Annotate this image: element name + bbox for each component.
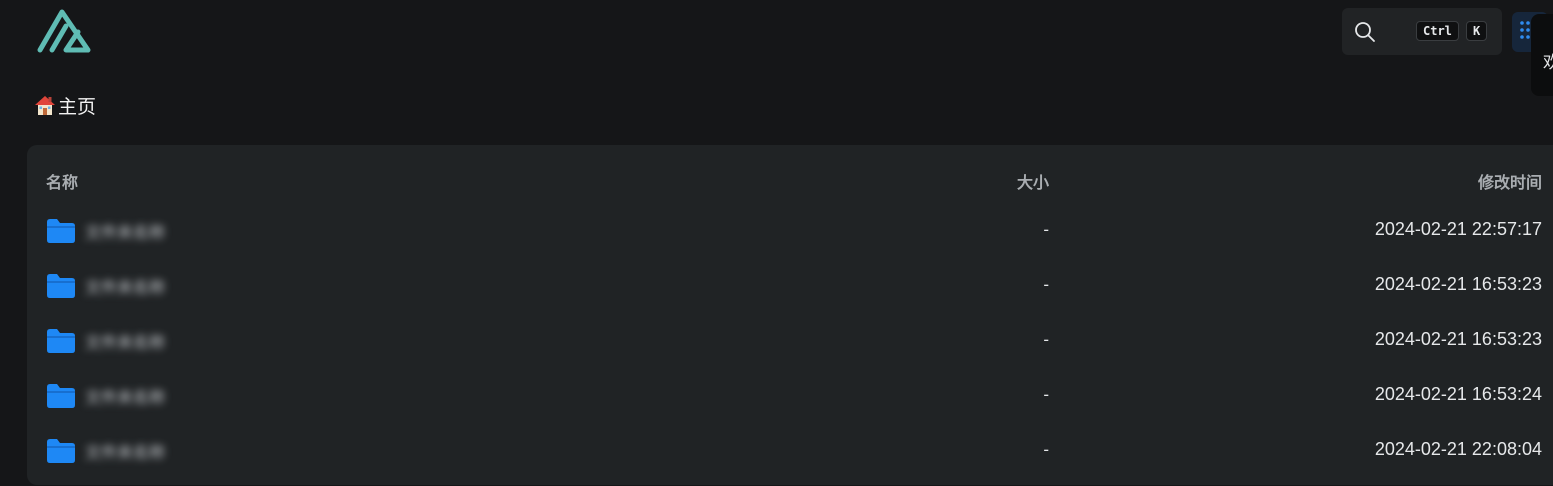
file-size: - [1043, 220, 1049, 239]
file-list-panel: 名称 大小 修改时间 文件夹名称 - 2024-02-21 22:57:17 文… [27, 145, 1553, 485]
house-emoji-icon [34, 94, 56, 116]
breadcrumb-home-link[interactable]: 主页 [58, 92, 96, 119]
file-name[interactable]: 文件夹名称 [85, 384, 165, 408]
column-header-name[interactable]: 名称 [46, 169, 78, 193]
folder-icon [46, 328, 76, 354]
folder-icon [46, 438, 76, 464]
column-header-size[interactable]: 大小 [1017, 169, 1049, 193]
welcome-side-tab[interactable]: 欢 [1531, 14, 1553, 96]
file-size: - [1043, 440, 1049, 459]
search-icon [1353, 20, 1377, 44]
top-bar: Ctrl K 欢 [0, 0, 1553, 96]
file-modified: 2024-02-21 16:53:23 [1374, 329, 1542, 349]
folder-icon [46, 273, 76, 299]
table-row[interactable]: 文件夹名称 - 2024-02-21 16:53:24 [27, 368, 1553, 423]
table-row[interactable]: 文件夹名称 - 2024-02-21 22:08:04 [27, 423, 1553, 478]
alist-logo-icon[interactable] [36, 8, 92, 56]
folder-icon [46, 218, 76, 244]
breadcrumb: 主页 [34, 92, 96, 118]
search-button[interactable]: Ctrl K [1342, 8, 1502, 55]
file-modified: 2024-02-21 16:53:23 [1374, 274, 1542, 294]
file-name[interactable]: 文件夹名称 [85, 219, 165, 243]
table-row[interactable]: 文件夹名称 - 2024-02-21 22:57:17 [27, 203, 1553, 258]
file-name[interactable]: 文件夹名称 [85, 329, 165, 353]
file-size: - [1043, 275, 1049, 294]
dots-grid-icon [1520, 21, 1530, 43]
table-row[interactable]: 文件夹名称 - 2024-02-21 16:53:23 [27, 258, 1553, 313]
file-modified: 2024-02-21 22:57:17 [1374, 219, 1542, 239]
file-size: - [1043, 385, 1049, 404]
file-size: - [1043, 330, 1049, 349]
file-name[interactable]: 文件夹名称 [85, 274, 165, 298]
table-row[interactable]: 文件夹名称 - 2024-02-21 16:53:23 [27, 313, 1553, 368]
shortcut-ctrl-key: Ctrl [1416, 21, 1459, 41]
shortcut-k-key: K [1466, 21, 1488, 41]
file-name[interactable]: 文件夹名称 [85, 439, 165, 463]
side-tab-label: 欢 [1543, 53, 1553, 72]
folder-icon [46, 383, 76, 409]
file-modified: 2024-02-21 22:08:04 [1374, 439, 1542, 459]
column-header-modified[interactable]: 修改时间 [1478, 169, 1542, 193]
file-modified: 2024-02-21 16:53:24 [1374, 384, 1542, 404]
